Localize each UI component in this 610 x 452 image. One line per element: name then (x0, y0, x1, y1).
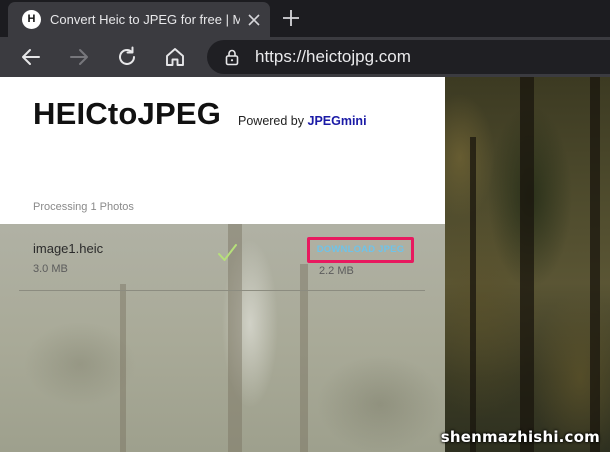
page-title: HEICtoJPEG (33, 96, 222, 131)
row-divider (19, 290, 425, 291)
processing-status: Processing 1 Photos (33, 201, 134, 213)
tab-strip: H Convert Heic to JPEG for free | Made b… (0, 0, 610, 37)
lock-icon[interactable] (223, 48, 241, 66)
page-viewport: HEICtoJPEG Powered by JPEGmini Processin… (0, 77, 610, 452)
home-icon[interactable] (163, 45, 187, 69)
output-size: 2.2 MB (319, 265, 354, 277)
powered-by: Powered by JPEGmini (238, 113, 367, 129)
file-name: image1.heic (33, 241, 104, 256)
arrow-right-icon[interactable] (67, 45, 91, 69)
file-row: image1.heic 3.0 MB DOWNLOAD JPEG 2.2 MB (0, 232, 445, 292)
converter-panel: HEICtoJPEG Powered by JPEGmini Processin… (0, 77, 445, 452)
download-jpeg-button[interactable]: DOWNLOAD JPEG (307, 237, 414, 263)
browser-toolbar: https://heictojpg.com (0, 37, 610, 77)
close-icon[interactable] (244, 10, 264, 30)
address-bar[interactable]: https://heictojpg.com (207, 40, 610, 74)
original-size: 3.0 MB (33, 263, 68, 275)
url-text[interactable]: https://heictojpg.com (255, 47, 411, 67)
arrow-left-icon[interactable] (19, 45, 43, 69)
powered-by-label: Powered by (238, 114, 305, 128)
site-favicon: H (22, 10, 41, 29)
panel-header: HEICtoJPEG Powered by JPEGmini Processin… (0, 77, 445, 224)
tab-title: Convert Heic to JPEG for free | Made by … (50, 12, 240, 27)
plus-icon[interactable] (280, 7, 302, 29)
checkmark-icon (216, 242, 238, 264)
watermark-text: shenmazhishi.com (440, 428, 600, 446)
browser-tab[interactable]: H Convert Heic to JPEG for free | Made b… (8, 2, 270, 37)
jpegmini-link[interactable]: JPEGmini (308, 114, 367, 128)
reload-icon[interactable] (115, 45, 139, 69)
